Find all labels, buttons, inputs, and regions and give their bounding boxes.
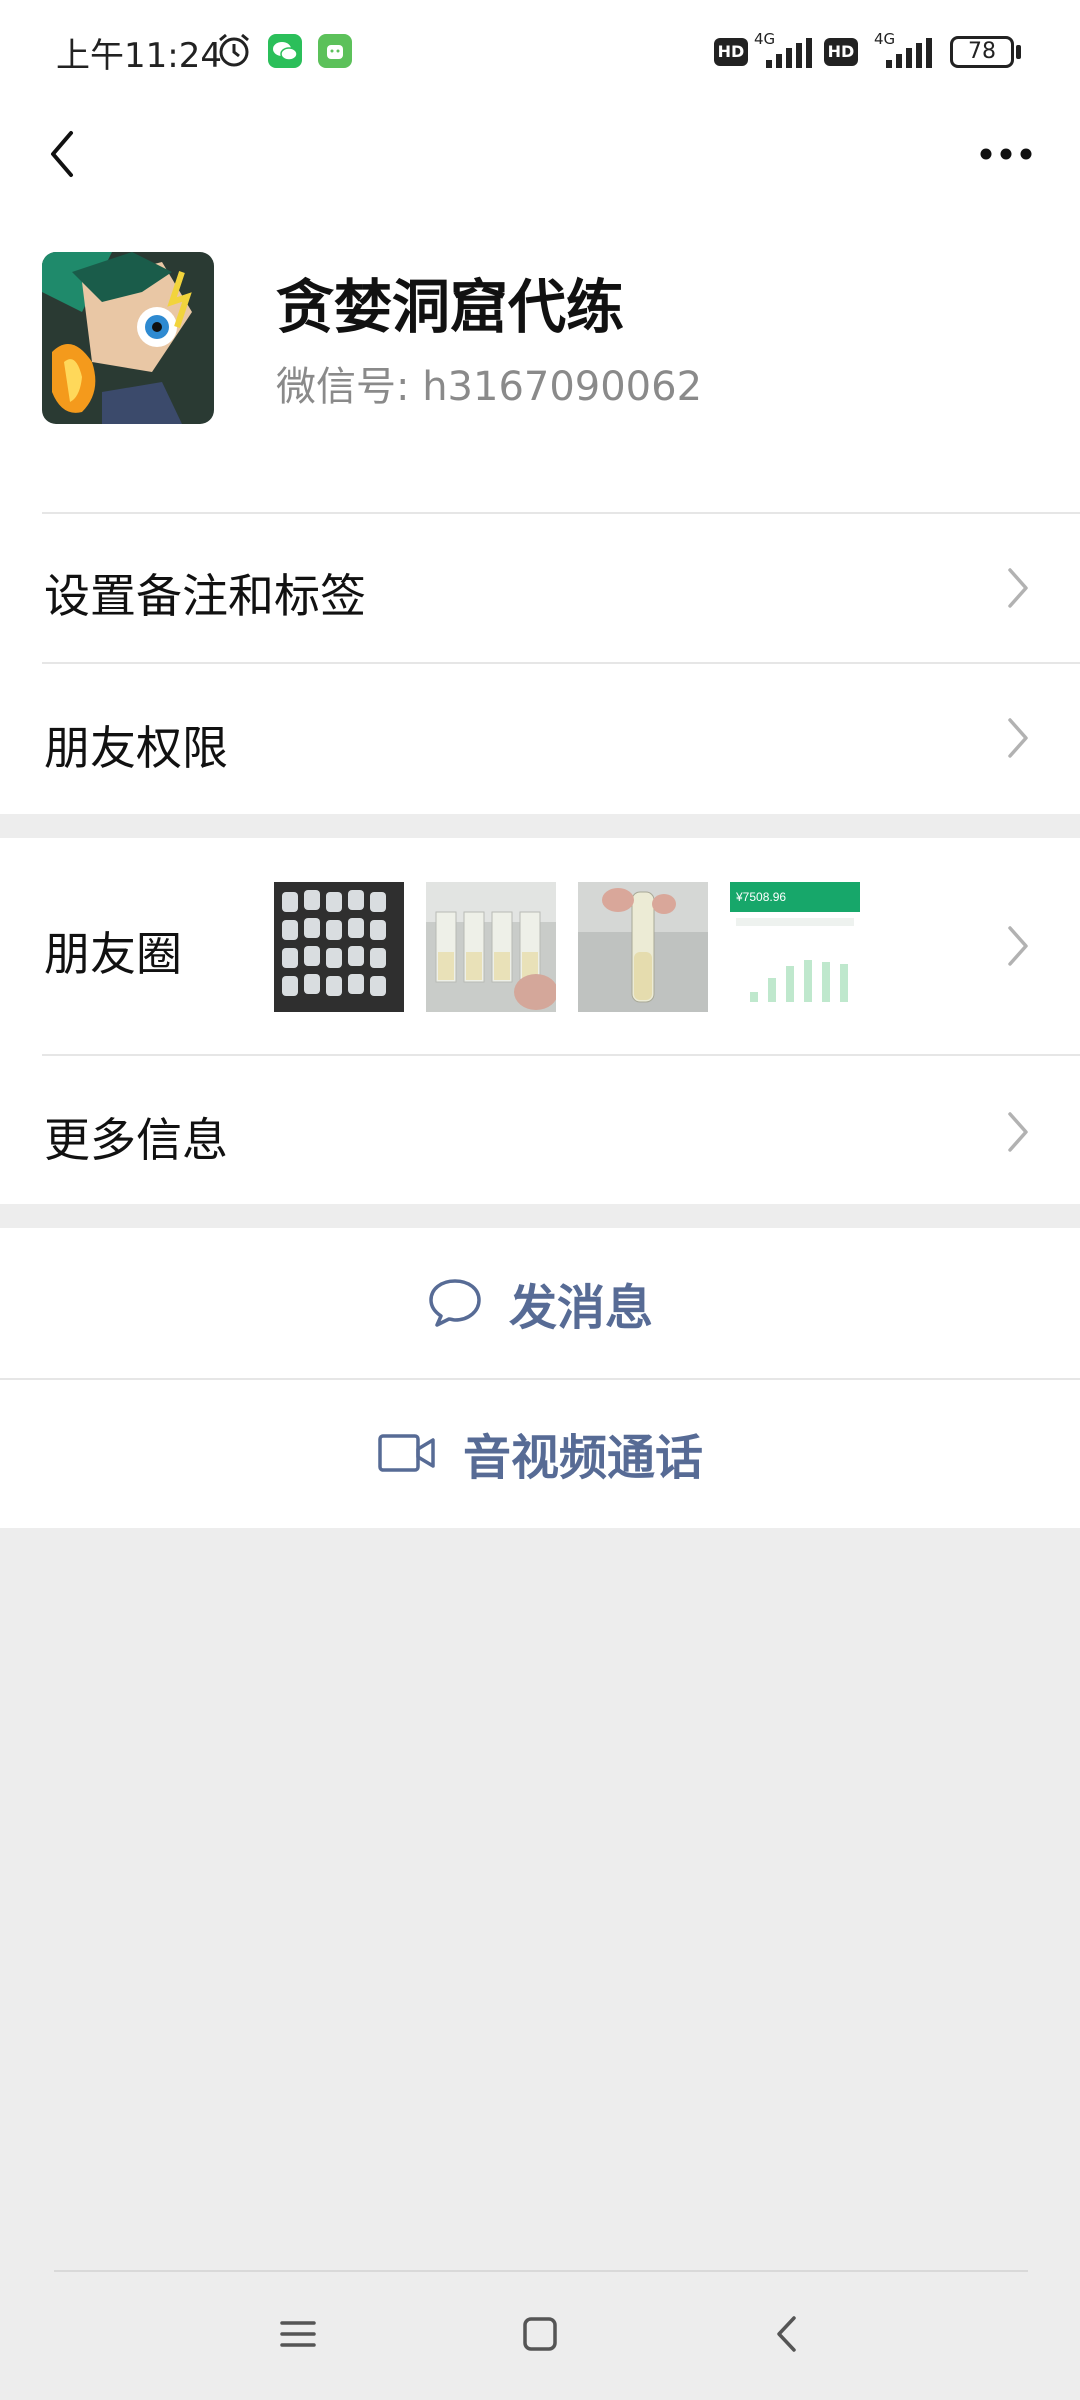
home-button[interactable] [500, 2304, 580, 2364]
signal-icon [766, 38, 812, 68]
chevron-right-icon [1008, 1112, 1028, 1152]
moments-thumbnail [578, 882, 708, 1012]
system-nav-divider [54, 2270, 1028, 2272]
section-gap [0, 1204, 1080, 1228]
av-call-label: 音视频通话 [462, 1430, 703, 1486]
wechat-id: 微信号: h3167090062 [276, 364, 703, 410]
more-info-label: 更多信息 [44, 1113, 228, 1167]
section-gap [0, 814, 1080, 838]
profile-header: 贪婪洞窟代练 微信号: h3167090062 [0, 204, 1080, 512]
hd-badge: HD [714, 38, 748, 66]
status-time: 上午11:24 [56, 36, 222, 76]
moments-row[interactable]: 朋友圈 ¥7508.96 [0, 838, 1080, 1054]
avatar-image [42, 252, 214, 424]
divider [42, 512, 1080, 514]
wechat-notification-icon [268, 34, 302, 68]
friend-permissions-row[interactable]: 朋友权限 [0, 662, 1080, 814]
avatar[interactable] [42, 252, 214, 424]
back-button[interactable] [30, 120, 94, 188]
moments-thumbnail: ¥7508.96 [730, 882, 860, 1012]
remark-tags-row[interactable]: 设置备注和标签 [0, 512, 1080, 662]
av-call-button[interactable]: 音视频通话 [0, 1378, 1080, 1528]
recent-apps-button[interactable] [258, 2304, 338, 2364]
hd-badge-2: HD [824, 38, 858, 66]
status-bar: 上午11:24 HD 4G HD 4G 78 [0, 0, 1080, 104]
remark-tags-label: 设置备注和标签 [44, 569, 366, 623]
menu-icon [280, 2321, 316, 2347]
chevron-left-icon [51, 131, 73, 177]
moments-label: 朋友圈 [44, 927, 182, 981]
divider [42, 1054, 1080, 1056]
nav-bar [0, 104, 1080, 204]
chevron-right-icon [1008, 568, 1028, 608]
more-info-row[interactable]: 更多信息 [0, 1054, 1080, 1204]
divider [42, 662, 1080, 664]
send-message-label: 发消息 [508, 1280, 653, 1336]
chat-bubble-icon [429, 1279, 481, 1327]
battery-indicator: 78 [950, 36, 1014, 68]
chevron-right-icon [1008, 926, 1028, 966]
friend-permissions-label: 朋友权限 [44, 721, 228, 775]
app-notification-icon [318, 34, 352, 68]
chevron-right-icon [1008, 718, 1028, 758]
send-message-button[interactable]: 发消息 [0, 1228, 1080, 1378]
divider [0, 1378, 1080, 1380]
battery-tip [1016, 45, 1021, 59]
moments-thumbnail [426, 882, 556, 1012]
system-back-button[interactable] [746, 2304, 826, 2364]
moments-thumb-amount: ¥7508.96 [735, 890, 786, 904]
signal-icon-2 [886, 38, 932, 68]
more-options-button[interactable] [966, 120, 1046, 188]
display-name: 贪婪洞窟代练 [276, 273, 625, 341]
moments-thumbnail [274, 882, 404, 1012]
more-dots-icon [980, 148, 1032, 160]
alarm-icon [219, 33, 249, 67]
video-camera-icon [378, 1434, 435, 1472]
back-arrow-icon [777, 2316, 796, 2352]
home-square-icon [523, 2317, 557, 2351]
